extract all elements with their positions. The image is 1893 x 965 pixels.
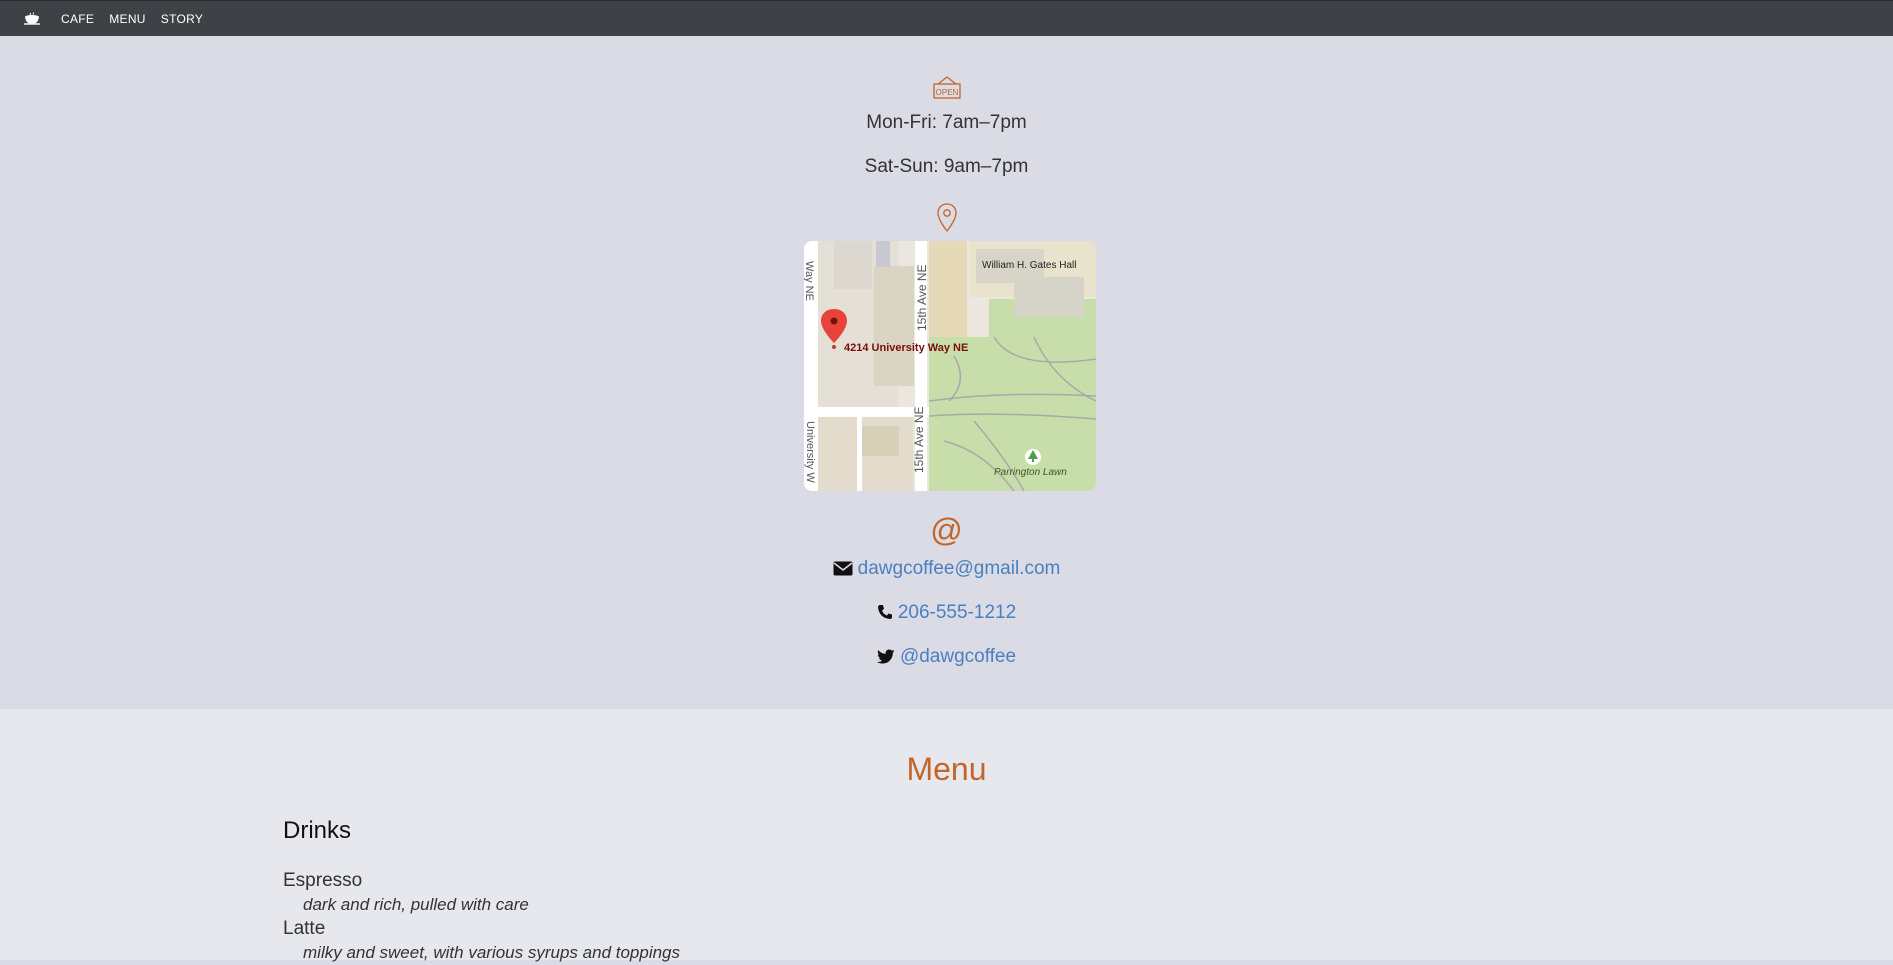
list-item: Latte milky and sweet, with various syru… — [283, 917, 680, 965]
menu-item-name: Espresso — [283, 870, 363, 891]
map-street-label: Way NE — [804, 261, 815, 301]
menu-item-description: milky and sweet, with various syrups and… — [303, 943, 681, 962]
nav-link-story[interactable]: STORY — [161, 12, 203, 26]
svg-text:OPEN: OPEN — [935, 88, 958, 97]
location-map[interactable]: 4214 University Way NE William H. Gates … — [804, 241, 1096, 491]
hours-weekend: Sat-Sun: 9am–7pm — [864, 156, 1029, 177]
map-street-label: University W — [804, 421, 816, 483]
phone-contact: 206-555-1212 — [0, 602, 1893, 626]
cafe-section: OPEN Mon-Fri: 7am–7pm Sat-Sun: 9am–7pm 4… — [0, 36, 1893, 709]
drinks-list: Espresso dark and rich, pulled with care… — [283, 869, 680, 965]
nav-link-cafe[interactable]: CAFE — [61, 12, 94, 26]
open-sign-icon: OPEN — [0, 76, 1893, 105]
menu-section: Menu Drinks Espresso dark and rich, pull… — [0, 709, 1893, 962]
hours-weekday: Mon-Fri: 7am–7pm — [866, 112, 1027, 133]
phone-icon — [877, 604, 893, 626]
menu-title: Menu — [906, 751, 987, 787]
email-link[interactable]: dawgcoffee@gmail.com — [858, 558, 1061, 579]
menu-item-description: dark and rich, pulled with care — [303, 895, 529, 914]
map-marker-label: 4214 University Way NE — [844, 342, 969, 354]
map-place-label: William H. Gates Hall — [982, 260, 1077, 271]
twitter-link[interactable]: @dawgcoffee — [900, 646, 1016, 667]
list-item: Espresso dark and rich, pulled with care — [283, 869, 680, 917]
map-street-label: 15th Ave NE — [912, 406, 926, 474]
twitter-contact: @dawgcoffee — [0, 646, 1893, 670]
nav-link-menu[interactable]: MENU — [109, 12, 146, 26]
map-place-label: Parrington Lawn — [994, 467, 1067, 478]
envelope-icon — [833, 560, 853, 582]
top-nav: CAFE MENU STORY — [0, 0, 1893, 37]
coffee-cup-icon[interactable] — [18, 9, 46, 29]
email-contact: dawgcoffee@gmail.com — [0, 558, 1893, 582]
menu-item-name: Latte — [283, 918, 326, 939]
at-sign-icon: @ — [930, 512, 963, 548]
phone-link[interactable]: 206-555-1212 — [898, 602, 1016, 623]
drinks-heading: Drinks — [283, 817, 352, 844]
map-pin-icon — [0, 202, 1893, 239]
map-street-label: 15th Ave NE — [915, 264, 929, 332]
twitter-icon — [876, 648, 895, 670]
